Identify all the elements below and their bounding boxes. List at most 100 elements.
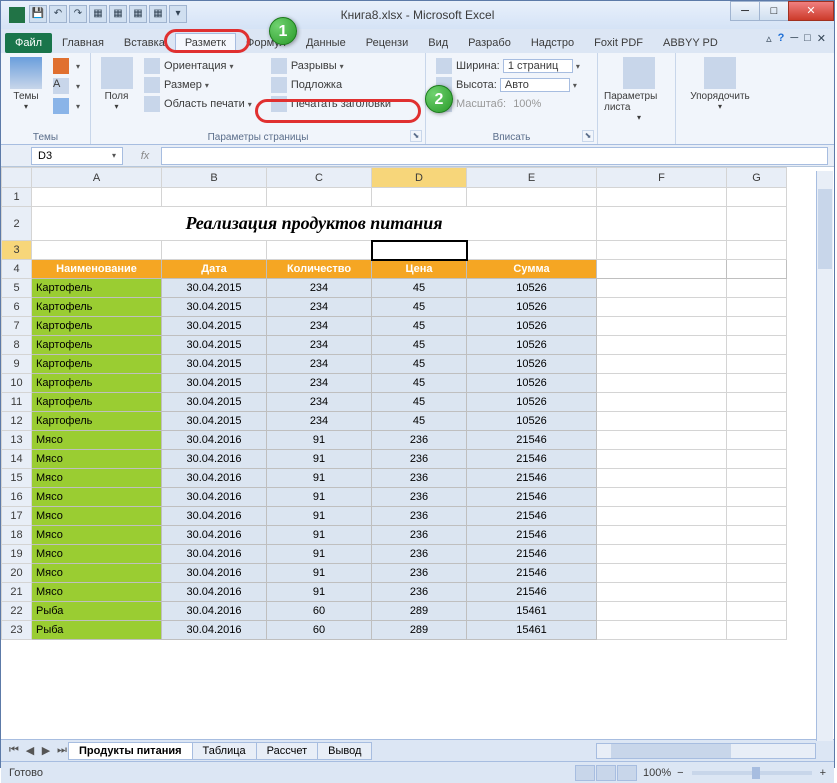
- table-cell[interactable]: 236: [372, 507, 467, 526]
- table-cell[interactable]: 30.04.2015: [162, 317, 267, 336]
- table-cell[interactable]: 234: [267, 317, 372, 336]
- sheet-title[interactable]: Реализация продуктов питания: [32, 207, 597, 241]
- row-header[interactable]: 11: [2, 393, 32, 412]
- themes-button[interactable]: Темы ▾: [7, 57, 45, 115]
- table-cell[interactable]: Картофель: [32, 336, 162, 355]
- row-header[interactable]: 2: [2, 207, 32, 241]
- view-layout-icon[interactable]: [596, 765, 616, 781]
- table-cell[interactable]: 236: [372, 526, 467, 545]
- table-cell[interactable]: 91: [267, 450, 372, 469]
- table-cell[interactable]: 91: [267, 583, 372, 602]
- table-cell[interactable]: Мясо: [32, 450, 162, 469]
- background-button[interactable]: Подложка: [267, 76, 419, 94]
- qat-undo-icon[interactable]: ↶: [49, 5, 67, 23]
- table-cell[interactable]: 15461: [467, 621, 597, 640]
- table-cell[interactable]: 30.04.2016: [162, 621, 267, 640]
- table-cell[interactable]: 289: [372, 602, 467, 621]
- tab-abbyy pd[interactable]: ABBYY PD: [653, 33, 728, 53]
- col-header[interactable]: E: [467, 168, 597, 188]
- table-cell[interactable]: 21546: [467, 526, 597, 545]
- table-cell[interactable]: 236: [372, 469, 467, 488]
- row-header[interactable]: 6: [2, 298, 32, 317]
- row-header[interactable]: 18: [2, 526, 32, 545]
- tab-foxit pdf[interactable]: Foxit PDF: [584, 33, 653, 53]
- table-cell[interactable]: 289: [372, 621, 467, 640]
- tab-надстро[interactable]: Надстро: [521, 33, 584, 53]
- table-cell[interactable]: 30.04.2015: [162, 374, 267, 393]
- table-cell[interactable]: Картофель: [32, 279, 162, 298]
- table-cell[interactable]: 236: [372, 488, 467, 507]
- col-header[interactable]: B: [162, 168, 267, 188]
- row-header[interactable]: 22: [2, 602, 32, 621]
- active-cell[interactable]: [372, 241, 467, 260]
- horizontal-scrollbar[interactable]: [596, 743, 816, 759]
- tab-рецензи[interactable]: Рецензи: [356, 33, 419, 53]
- row-header[interactable]: 1: [2, 188, 32, 207]
- table-cell[interactable]: 234: [267, 298, 372, 317]
- height-field[interactable]: Высота: Авто▾: [432, 76, 591, 94]
- table-cell[interactable]: Рыба: [32, 602, 162, 621]
- view-normal-icon[interactable]: [575, 765, 595, 781]
- row-header[interactable]: 17: [2, 507, 32, 526]
- table-cell[interactable]: 234: [267, 336, 372, 355]
- print-titles-button[interactable]: Печатать заголовки: [267, 95, 419, 113]
- table-cell[interactable]: 91: [267, 545, 372, 564]
- zoom-in-icon[interactable]: +: [820, 767, 826, 779]
- row-header[interactable]: 3: [2, 241, 32, 260]
- scale-launcher-icon[interactable]: ⬊: [582, 130, 594, 142]
- qat-btn[interactable]: ▦: [89, 5, 107, 23]
- row-header[interactable]: 4: [2, 260, 32, 279]
- zoom-out-icon[interactable]: −: [677, 767, 683, 779]
- select-all-corner[interactable]: [2, 168, 32, 188]
- tab-разрабо[interactable]: Разрабо: [458, 33, 521, 53]
- table-header[interactable]: Наименование: [32, 260, 162, 279]
- table-cell[interactable]: Рыба: [32, 621, 162, 640]
- col-header[interactable]: D: [372, 168, 467, 188]
- table-cell[interactable]: 30.04.2016: [162, 431, 267, 450]
- pagesetup-launcher-icon[interactable]: ⬊: [410, 130, 422, 142]
- table-cell[interactable]: 21546: [467, 583, 597, 602]
- sheet-nav-last-icon[interactable]: ⏭: [55, 744, 69, 757]
- table-cell[interactable]: 21546: [467, 469, 597, 488]
- maximize-button[interactable]: □: [759, 1, 789, 21]
- table-cell[interactable]: 30.04.2015: [162, 336, 267, 355]
- doc-close-icon[interactable]: ✕: [817, 32, 826, 45]
- worksheet-grid[interactable]: A B C D E F G 1 2Реализация продуктов пи…: [1, 167, 834, 739]
- table-cell[interactable]: 10526: [467, 279, 597, 298]
- theme-colors-icon[interactable]: ▾: [49, 57, 84, 75]
- row-header[interactable]: 14: [2, 450, 32, 469]
- table-cell[interactable]: 236: [372, 450, 467, 469]
- table-cell[interactable]: 21546: [467, 431, 597, 450]
- close-button[interactable]: ✕: [788, 1, 834, 21]
- doc-restore-icon[interactable]: □: [804, 32, 811, 45]
- theme-fonts-icon[interactable]: A▾: [49, 77, 84, 95]
- table-cell[interactable]: Мясо: [32, 545, 162, 564]
- table-cell[interactable]: 21546: [467, 450, 597, 469]
- col-header[interactable]: G: [727, 168, 787, 188]
- table-cell[interactable]: 21546: [467, 507, 597, 526]
- table-cell[interactable]: 30.04.2015: [162, 355, 267, 374]
- sheet-tab[interactable]: Вывод: [317, 742, 372, 760]
- qat-btn[interactable]: ▦: [149, 5, 167, 23]
- table-cell[interactable]: Мясо: [32, 507, 162, 526]
- table-cell[interactable]: Картофель: [32, 393, 162, 412]
- table-header[interactable]: Дата: [162, 260, 267, 279]
- table-cell[interactable]: 91: [267, 564, 372, 583]
- table-cell[interactable]: 30.04.2016: [162, 488, 267, 507]
- table-cell[interactable]: 234: [267, 374, 372, 393]
- table-cell[interactable]: Картофель: [32, 412, 162, 431]
- table-cell[interactable]: 45: [372, 279, 467, 298]
- table-cell[interactable]: 234: [267, 279, 372, 298]
- table-cell[interactable]: 60: [267, 602, 372, 621]
- name-box[interactable]: D3▾: [31, 147, 123, 165]
- sheet-nav-prev-icon[interactable]: ◀: [23, 744, 37, 757]
- tab-разметк[interactable]: Разметк: [175, 33, 236, 53]
- table-cell[interactable]: 91: [267, 469, 372, 488]
- row-header[interactable]: 13: [2, 431, 32, 450]
- row-header[interactable]: 15: [2, 469, 32, 488]
- help-icon[interactable]: ?: [778, 32, 785, 45]
- orientation-button[interactable]: Ориентация▾: [140, 57, 267, 75]
- row-header[interactable]: 19: [2, 545, 32, 564]
- minimize-button[interactable]: ─: [730, 1, 760, 21]
- table-cell[interactable]: 45: [372, 374, 467, 393]
